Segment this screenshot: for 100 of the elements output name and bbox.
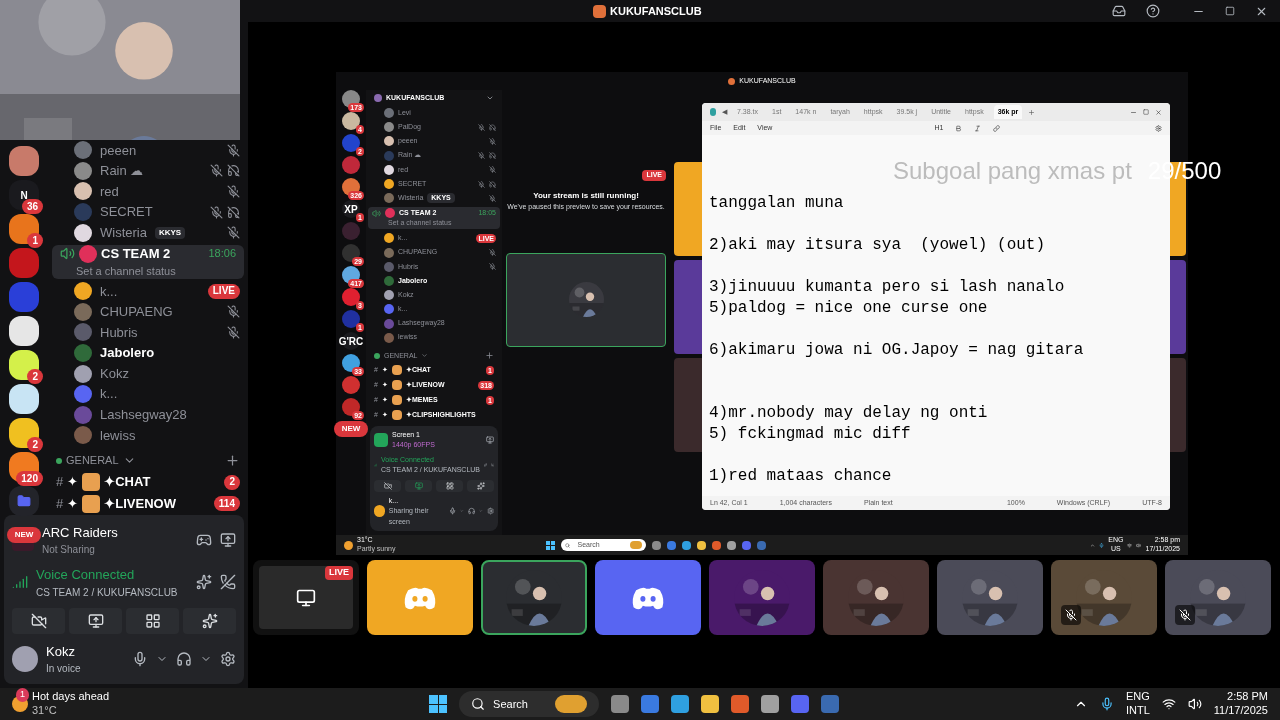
microphone-icon[interactable] — [449, 507, 457, 516]
folder-icon — [17, 494, 31, 508]
microphone-icon[interactable] — [132, 650, 148, 667]
volume-icon[interactable] — [1187, 697, 1202, 711]
language-indicator[interactable]: INTL — [1125, 704, 1150, 718]
app-icon[interactable] — [641, 695, 660, 713]
start-icon[interactable] — [545, 540, 555, 550]
weather-text[interactable]: Hot days ahead — [32, 690, 110, 704]
inbox-icon[interactable] — [1112, 4, 1126, 18]
language-indicator[interactable]: ENG — [1125, 690, 1150, 704]
app-icon[interactable] — [701, 695, 720, 713]
disconnect-icon[interactable] — [220, 574, 236, 591]
video-tile[interactable] — [823, 560, 929, 635]
server-icon[interactable] — [342, 398, 360, 416]
server-icon[interactable] — [342, 178, 360, 196]
video-tile[interactable] — [1165, 560, 1271, 635]
avatar — [384, 261, 394, 272]
stream-tile[interactable]: LIVE — [253, 560, 359, 635]
video-tile[interactable] — [367, 560, 473, 635]
member-name[interactable]: Rain ☁ — [100, 161, 144, 181]
avatar[interactable] — [374, 505, 385, 518]
server-icon[interactable] — [342, 112, 360, 130]
settings-icon[interactable] — [220, 650, 236, 667]
microphone-icon[interactable] — [1099, 542, 1105, 548]
italic-icon[interactable] — [974, 124, 982, 132]
app-icon[interactable] — [611, 695, 630, 713]
camera-off-button[interactable] — [374, 479, 401, 492]
category-name[interactable]: GENERAL — [66, 452, 119, 469]
member-name[interactable]: k... — [100, 281, 118, 301]
clock-time[interactable]: 2:58 PM — [1227, 690, 1268, 704]
headphones-icon[interactable] — [176, 650, 192, 667]
app-icon[interactable] — [671, 695, 690, 713]
video-tile[interactable] — [481, 560, 587, 635]
search-field[interactable]: Search — [459, 691, 600, 717]
settings-icon[interactable] — [1155, 124, 1162, 132]
member-name[interactable]: lewiss — [100, 425, 136, 446]
member-name[interactable]: SECRET — [100, 202, 153, 222]
member-name[interactable]: Lashsegway28 — [100, 405, 187, 425]
noise-suppression-icon[interactable] — [196, 574, 212, 591]
network-icon[interactable] — [1161, 697, 1176, 711]
channel-name[interactable]: ✦LIVENOW — [104, 493, 176, 514]
server-icon[interactable] — [9, 316, 39, 346]
member-name[interactable]: CHUPAENG — [100, 302, 173, 322]
camera-off-button[interactable] — [12, 607, 65, 634]
app-icon[interactable] — [731, 695, 750, 713]
member-name[interactable]: peeen — [100, 140, 137, 161]
member-name[interactable]: red — [100, 181, 119, 202]
chevron-down-icon[interactable] — [486, 94, 494, 102]
avatar — [384, 179, 394, 190]
app-icon[interactable] — [761, 695, 780, 713]
bold-icon[interactable] — [955, 124, 963, 132]
settings-icon[interactable] — [486, 507, 494, 516]
soundboard-button[interactable] — [467, 479, 494, 492]
activities-button[interactable] — [126, 607, 179, 634]
plus-icon[interactable] — [485, 351, 494, 361]
server-icon[interactable] — [9, 146, 39, 176]
server-icon[interactable] — [342, 266, 360, 284]
channel-status[interactable]: Set a channel status — [60, 263, 236, 280]
video-tile[interactable] — [595, 560, 701, 635]
link-icon[interactable] — [993, 124, 1001, 132]
soundboard-button[interactable] — [183, 607, 236, 634]
maximize-icon[interactable] — [1225, 6, 1235, 16]
start-icon[interactable] — [429, 695, 448, 713]
activities-button[interactable] — [436, 479, 463, 492]
avatar — [74, 405, 92, 424]
screen-share-button[interactable] — [69, 607, 122, 634]
member-name[interactable]: k... — [100, 384, 118, 404]
screen-share-icon[interactable] — [220, 531, 236, 548]
new-tab-icon[interactable] — [1028, 108, 1036, 116]
monitor-icon — [296, 587, 316, 608]
headphones-icon[interactable] — [468, 507, 476, 516]
server-icon[interactable] — [342, 90, 360, 108]
plus-icon[interactable] — [225, 453, 240, 468]
member-name[interactable]: Jabolero — [100, 343, 155, 363]
server-icon[interactable] — [9, 384, 39, 414]
server-icon[interactable] — [9, 214, 39, 244]
screen-share-icon[interactable] — [486, 436, 494, 444]
server-icon[interactable] — [342, 354, 360, 372]
video-tile[interactable] — [709, 560, 815, 635]
server-icon[interactable] — [9, 418, 39, 448]
call-timer: 18:06 — [208, 246, 236, 262]
server-icon[interactable] — [342, 244, 360, 262]
voice-channel-path[interactable]: CS TEAM 2 / KUKUFANSCLUB — [36, 584, 178, 600]
member-name[interactable]: Wisteria — [100, 222, 147, 243]
member-name[interactable]: Kokz — [100, 363, 129, 384]
clock-date[interactable]: 11/17/2025 — [1213, 704, 1268, 718]
video-tile[interactable] — [506, 252, 666, 347]
user-name: Kokz — [46, 642, 76, 661]
video-tile[interactable] — [937, 560, 1043, 635]
member-tag: KKYS — [154, 226, 186, 239]
help-icon[interactable] — [1146, 4, 1160, 18]
video-tile[interactable] — [1051, 560, 1157, 635]
server-folder[interactable] — [9, 486, 39, 516]
server-icon[interactable] — [9, 350, 39, 380]
member-name[interactable]: Hubris — [100, 322, 138, 343]
voice-channel[interactable]: CS TEAM 2 18:06 Set a channel status — [52, 244, 244, 279]
channel-name[interactable]: ✦CHAT — [104, 472, 151, 492]
avatar[interactable] — [12, 645, 38, 672]
channel-emoji-icon — [79, 244, 97, 263]
microphone-icon[interactable] — [1099, 697, 1114, 711]
